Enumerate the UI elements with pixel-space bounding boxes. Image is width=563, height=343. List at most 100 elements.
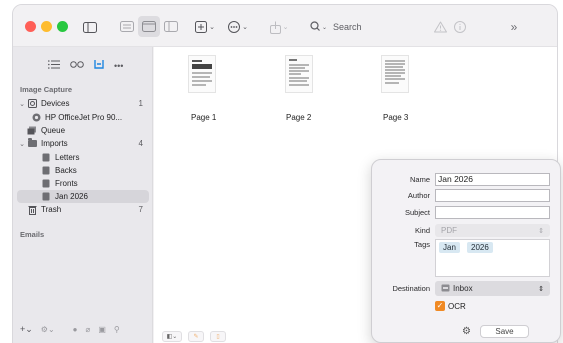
page-label: Page 3 [383, 113, 409, 122]
destination-label: Destination [392, 284, 430, 293]
sidebar-item-queue[interactable]: Queue [17, 124, 149, 137]
sidebar-item-label: Queue [41, 126, 66, 135]
page-label: Page 2 [286, 113, 312, 122]
sidebar-toggle-icon[interactable] [80, 17, 100, 37]
trash-icon [27, 205, 37, 215]
camera-device-icon [27, 99, 37, 108]
tag-icon[interactable]: ⌀ [86, 325, 91, 334]
sidebar: ••• Image Capture ⌄ Devices 1 HP OfficeJ… [13, 47, 153, 343]
updown-chevron-icon: ⇕ [538, 285, 544, 293]
sidebar-item-label: Letters [55, 153, 80, 162]
list-icon[interactable] [48, 59, 60, 72]
kind-popup[interactable]: PDF ⇕ [435, 224, 550, 237]
section-header-emails: Emails [20, 230, 45, 239]
tag-chip[interactable]: 2026 [467, 242, 493, 253]
sidebar-item-label: Backs [55, 166, 77, 175]
page-label: Page 1 [191, 113, 217, 122]
close-window-button[interactable] [25, 21, 36, 32]
delete-icon[interactable]: ▯ [210, 330, 226, 342]
scanner-device-icon [31, 113, 41, 122]
sidebar-item-fronts[interactable]: Fronts [17, 177, 149, 190]
chevron-down-icon[interactable]: ⌄ [17, 140, 27, 148]
section-header-image-capture: Image Capture [20, 85, 73, 94]
kind-label: Kind [414, 226, 430, 235]
folder-icon [27, 138, 37, 148]
share-icon[interactable]: ⌄ [267, 17, 291, 37]
sidebar-item-letters[interactable]: Letters [17, 151, 149, 164]
add-item-icon[interactable]: ⌄ [193, 17, 217, 37]
sidebar-item-backs[interactable]: Backs [17, 164, 149, 177]
sidebar-item-label: Imports [41, 139, 68, 148]
chevron-down-icon: ⌄ [322, 24, 328, 31]
tray-icon [41, 166, 51, 175]
list-view-icon[interactable] [116, 16, 138, 37]
ocr-checkbox[interactable]: ✓ [435, 301, 445, 311]
view-mode-segmented-control[interactable] [116, 16, 182, 37]
gallery-view-icon[interactable] [138, 16, 160, 37]
kind-value: PDF [441, 226, 457, 235]
sidebar-item-device[interactable]: HP OfficeJet Pro 90... [17, 111, 149, 124]
search-icon [310, 21, 321, 33]
ocr-row: ✓ OCR [435, 301, 466, 311]
gear-icon[interactable]: ⚙⌄ [41, 325, 55, 334]
item-count: 4 [138, 139, 143, 148]
subject-field[interactable] [435, 206, 550, 219]
name-label: Name [409, 175, 430, 184]
queue-icon [27, 126, 37, 135]
info-icon[interactable] [451, 17, 469, 37]
updown-chevron-icon: ⇕ [538, 227, 544, 235]
destination-value: Inbox [453, 284, 473, 293]
sidebar-item-jan-2026[interactable]: Jan 2026 [17, 190, 149, 203]
sidebar-item-imports[interactable]: ⌄ Imports 4 [17, 137, 149, 150]
sidebar-item-trash[interactable]: Trash 7 [17, 203, 149, 216]
tags-field[interactable]: Jan 2026 [435, 239, 550, 277]
item-count: 7 [138, 205, 143, 214]
inbox-icon [441, 284, 450, 294]
zoom-window-button[interactable] [57, 21, 68, 32]
image-icon[interactable]: ▣ [98, 325, 106, 334]
sidebar-item-label: Trash [41, 205, 62, 214]
sidebar-mode-switcher: ••• [48, 59, 123, 72]
warning-icon[interactable] [431, 17, 449, 37]
save-options-popover: Name Jan 2026 Author Subject Kind PDF ⇕ … [371, 159, 561, 343]
sidebar-item-devices[interactable]: ⌄ Devices 1 [17, 97, 149, 110]
search-placeholder: Search [333, 22, 362, 32]
workflow-icon[interactable] [70, 60, 84, 72]
add-icon[interactable]: +⌄ [20, 324, 33, 335]
toolbar: ⌄ ⌄ ⌄ ⌄ Search » [13, 5, 557, 47]
subject-label: Subject [404, 208, 430, 217]
search-field[interactable]: ⌄ Search [310, 17, 412, 37]
save-button[interactable]: Save [480, 325, 529, 338]
toolbar-overflow-icon[interactable]: » [504, 17, 524, 37]
page-thumbnail[interactable] [285, 55, 313, 93]
tray-icon [41, 179, 51, 188]
sidebar-bottom-bar: +⌄ ⚙⌄ ● ⌀ ▣ ⚲ [20, 324, 120, 335]
detail-view-icon[interactable] [160, 16, 182, 37]
sidebar-item-label: Devices [41, 99, 70, 108]
pin-icon[interactable]: ⚲ [114, 325, 120, 334]
tag-chip[interactable]: Jan [439, 242, 460, 253]
page-thumbnail[interactable] [381, 55, 409, 93]
sidebar-item-label: Jan 2026 [55, 192, 88, 201]
ocr-label: OCR [448, 301, 466, 311]
more-actions-icon[interactable]: ⌄ [226, 17, 250, 37]
tags-label: Tags [414, 240, 430, 249]
destination-popup[interactable]: Inbox ⇕ [435, 281, 550, 296]
tray-icon [41, 153, 51, 162]
sidebar-item-label: Fronts [55, 179, 78, 188]
tray-icon [41, 192, 51, 201]
item-count: 1 [138, 99, 143, 108]
minimize-window-button[interactable] [41, 21, 52, 32]
gear-icon[interactable]: ⚙ [462, 326, 471, 337]
author-field[interactable] [435, 189, 550, 202]
sidebar-item-label: HP OfficeJet Pro 90... [45, 113, 123, 122]
circle-icon[interactable]: ● [73, 325, 78, 334]
author-label: Author [407, 191, 430, 200]
ellipsis-icon[interactable]: ••• [114, 61, 123, 71]
page-thumbnail[interactable] [188, 55, 216, 93]
name-field[interactable]: Jan 2026 [435, 173, 550, 186]
filter-icon[interactable]: ◧⌄ [162, 330, 182, 342]
scanner-icon[interactable] [94, 59, 104, 72]
chevron-down-icon[interactable]: ⌄ [17, 100, 27, 108]
pencil-icon[interactable]: ✎ [188, 330, 204, 342]
